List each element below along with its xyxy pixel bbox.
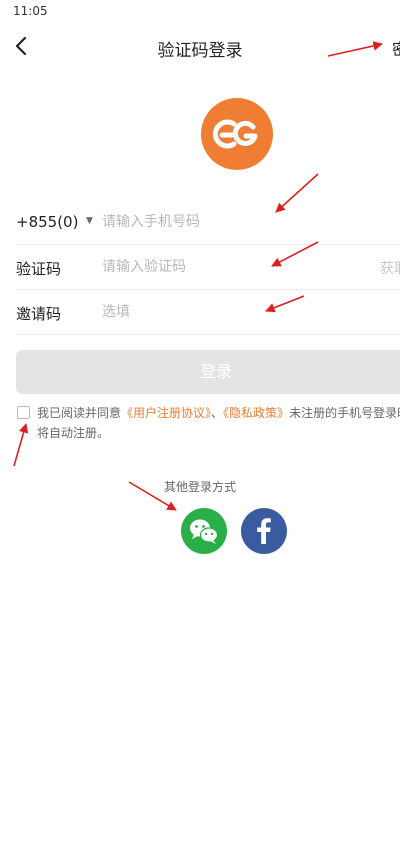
- invite-label: 邀请码: [16, 305, 62, 323]
- phone-row: +855(0) ▼: [16, 200, 400, 245]
- agreement-checkbox[interactable]: [17, 406, 30, 419]
- country-code-selector[interactable]: +855(0): [16, 213, 78, 231]
- phone-input[interactable]: [102, 211, 372, 233]
- invite-input[interactable]: [102, 301, 372, 323]
- invite-row: 邀请码: [16, 290, 400, 335]
- password-login-link[interactable]: 密: [392, 36, 400, 60]
- privacy-policy-link[interactable]: 《隐私政策》: [223, 406, 289, 420]
- facebook-icon: [257, 518, 271, 544]
- agreement-text: 我已阅读并同意《用户注册协议》、《隐私政策》未注册的手机号登录时将自动注册。: [37, 403, 400, 443]
- agreement-prefix: 我已阅读并同意: [37, 406, 122, 420]
- code-row: 验证码 获取: [16, 245, 400, 290]
- login-button[interactable]: 登录: [16, 350, 400, 394]
- cg-logo-icon: [212, 119, 258, 149]
- page-title: 验证码登录: [157, 41, 243, 61]
- app-logo: [201, 98, 273, 170]
- caret-down-icon[interactable]: ▼: [86, 216, 93, 226]
- wechat-login-button[interactable]: [181, 508, 227, 554]
- annotation-arrow: [13, 423, 29, 467]
- wechat-icon: [190, 519, 219, 544]
- other-login-label: 其他登录方式: [163, 480, 236, 494]
- get-code-button[interactable]: 获取: [380, 258, 400, 278]
- agreement-separator: 、: [211, 406, 224, 420]
- code-label: 验证码: [16, 260, 62, 278]
- user-agreement-link[interactable]: 《用户注册协议》: [121, 406, 211, 420]
- facebook-login-button[interactable]: [241, 508, 287, 554]
- status-time: 11:05: [13, 4, 48, 18]
- code-input[interactable]: [102, 256, 372, 278]
